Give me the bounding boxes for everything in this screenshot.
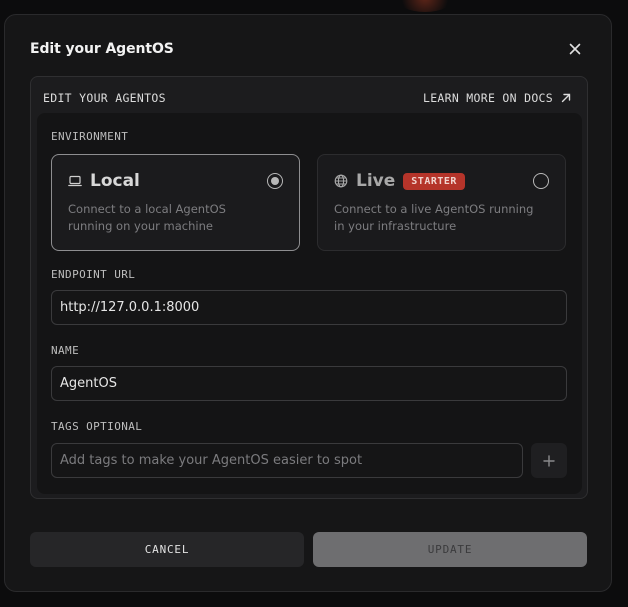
environment-label: ENVIRONMENT [51, 130, 129, 143]
close-icon [569, 43, 581, 55]
name-label: NAME [51, 344, 80, 357]
panel-header: EDIT YOUR AGENTOS LEARN MORE ON DOCS [43, 90, 571, 106]
name-input[interactable]: AgentOS [51, 366, 567, 401]
env-live-title: Live STARTER [334, 171, 465, 191]
env-live-description: Connect to a live AgentOS running in you… [334, 202, 534, 233]
close-button[interactable] [565, 39, 585, 59]
env-live-radio[interactable] [533, 173, 549, 189]
dialog-title: Edit your AgentOS [30, 41, 174, 57]
environment-option-live[interactable]: Live STARTER Connect to a live AgentOS r… [317, 154, 566, 251]
arrow-up-right-icon [561, 93, 571, 103]
edit-panel: EDIT YOUR AGENTOS LEARN MORE ON DOCS ENV… [30, 76, 588, 499]
environment-option-local[interactable]: Local Connect to a local AgentOS running… [51, 154, 300, 251]
plus-icon [543, 454, 555, 467]
cancel-button[interactable]: CANCEL [30, 532, 304, 567]
env-local-title: Local [68, 171, 140, 191]
env-local-label: Local [90, 171, 140, 191]
env-local-description: Connect to a local AgentOS running on yo… [68, 202, 226, 233]
tags-label: TAGS OPTIONAL [51, 420, 143, 433]
globe-icon [334, 174, 348, 188]
background-glow [395, 0, 455, 12]
panel-header-title: EDIT YOUR AGENTOS [43, 91, 166, 105]
laptop-icon [68, 175, 82, 187]
docs-link-label: LEARN MORE ON DOCS [422, 91, 553, 105]
starter-badge: STARTER [403, 172, 465, 190]
form-body: ENVIRONMENT Local Connect to a local Age… [37, 113, 582, 494]
env-live-label: Live [356, 171, 396, 191]
edit-agentos-dialog: Edit your AgentOS EDIT YOUR AGENTOS LEAR… [4, 14, 612, 592]
add-tag-button[interactable] [531, 443, 567, 478]
update-button[interactable]: UPDATE [313, 532, 587, 567]
endpoint-url-label: ENDPOINT URL [51, 268, 136, 281]
tags-input[interactable]: Add tags to make your AgentOS easier to … [51, 443, 523, 478]
learn-more-docs-link[interactable]: LEARN MORE ON DOCS [423, 91, 571, 105]
endpoint-url-input[interactable]: http://127.0.0.1:8000 [51, 290, 567, 325]
env-local-radio[interactable] [267, 173, 283, 189]
